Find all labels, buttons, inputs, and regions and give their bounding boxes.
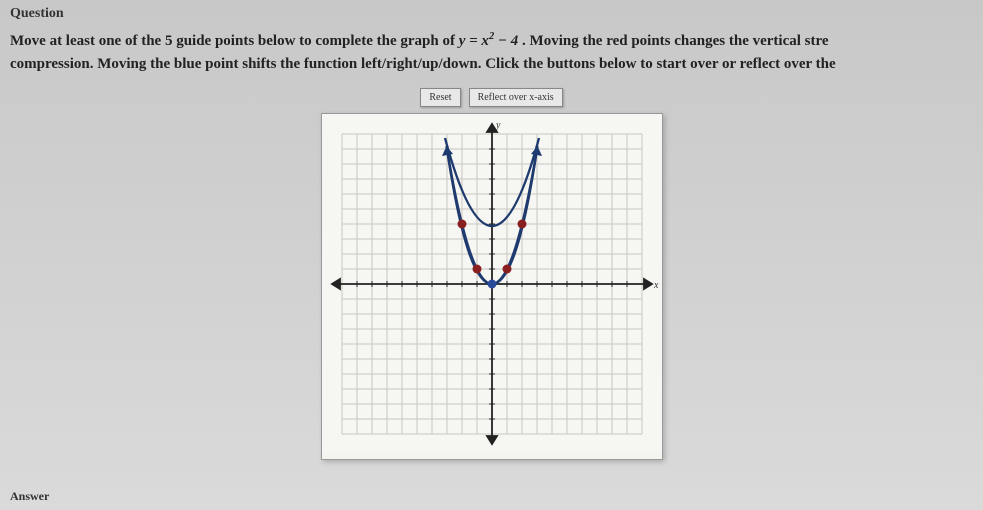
graph-container: x y: [0, 113, 983, 460]
guide-point-red-2[interactable]: [472, 264, 481, 273]
reflect-button[interactable]: Reflect over x-axis: [469, 88, 563, 107]
instr-part1: Move at least one of the 5 guide points …: [10, 33, 459, 49]
button-row: Reset Reflect over x-axis: [0, 87, 983, 107]
graph-svg[interactable]: x y: [322, 114, 662, 454]
section-header: Question: [0, 0, 983, 25]
y-axis-label: y: [495, 120, 501, 131]
guide-point-red-3[interactable]: [502, 264, 511, 273]
reset-button[interactable]: Reset: [420, 88, 460, 107]
guide-point-blue[interactable]: [487, 279, 496, 288]
guide-point-red-1[interactable]: [457, 219, 466, 228]
instr-part3: compression. Moving the blue point shift…: [10, 56, 836, 72]
instruction-text: Move at least one of the 5 guide points …: [0, 25, 983, 85]
guide-point-red-4[interactable]: [517, 219, 526, 228]
answer-label: Answer: [10, 489, 49, 504]
equation: y = x2 − 4: [459, 33, 519, 49]
x-axis-label: x: [653, 280, 659, 291]
graph-panel[interactable]: x y: [321, 113, 663, 460]
instr-part2: . Moving the red points changes the vert…: [522, 33, 829, 49]
